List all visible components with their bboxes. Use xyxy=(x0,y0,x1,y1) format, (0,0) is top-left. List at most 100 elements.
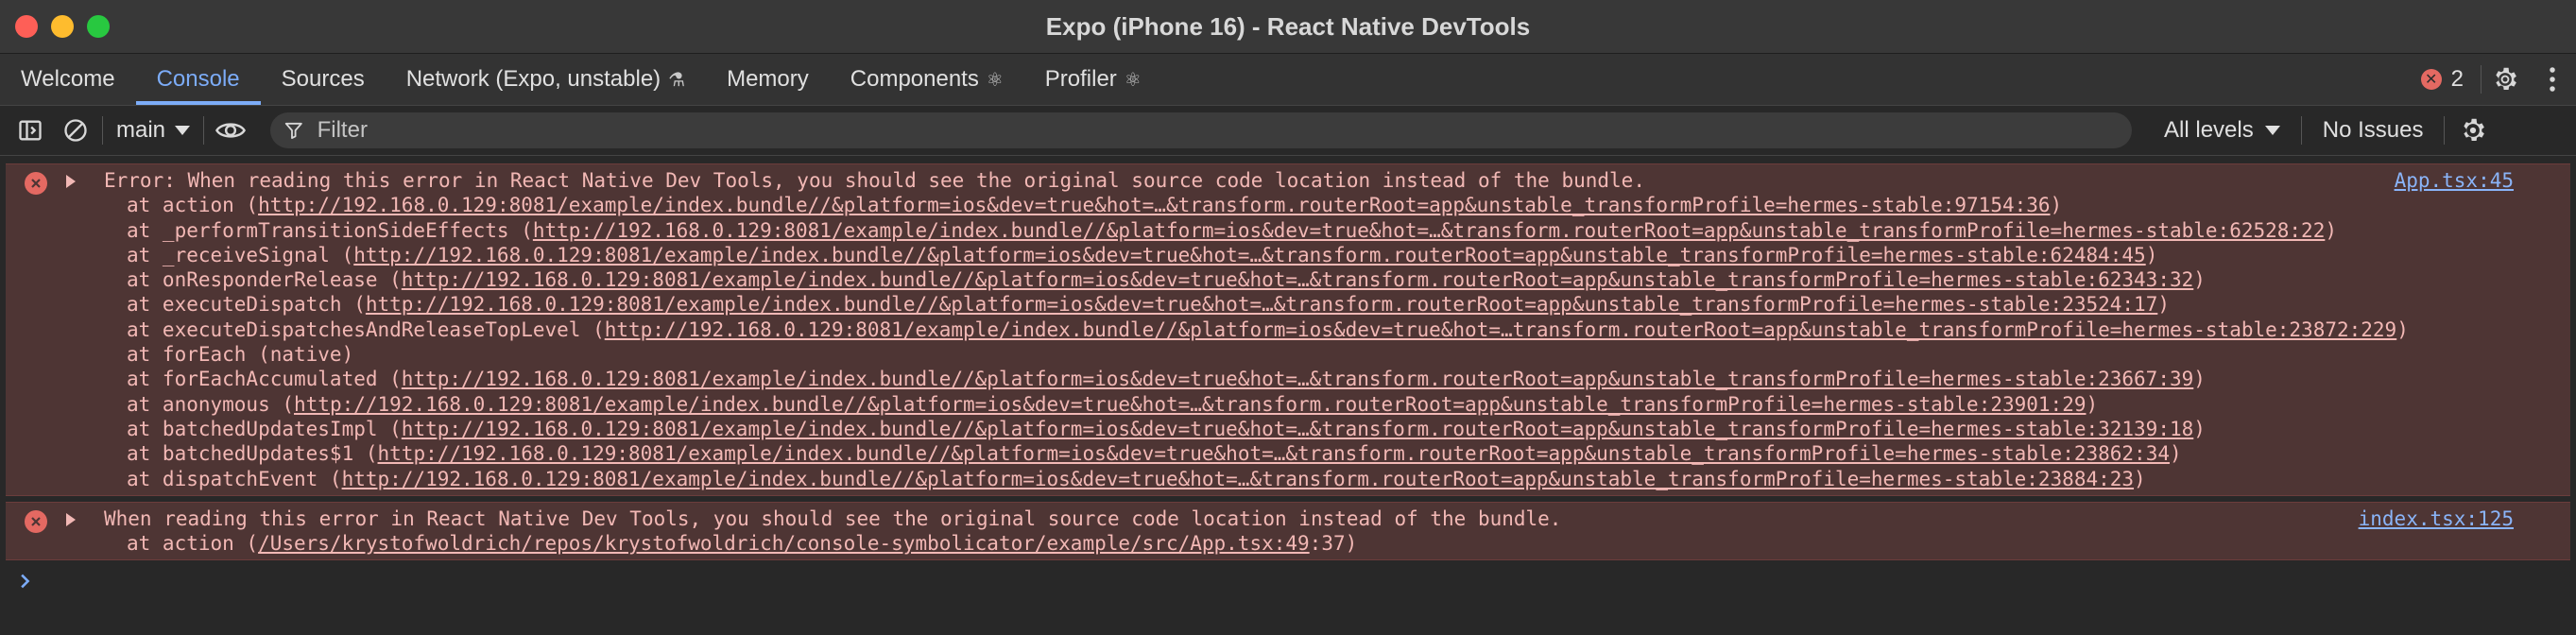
settings-button[interactable] xyxy=(2482,54,2529,105)
stack-frame-suffix: ) xyxy=(2157,293,2170,317)
tab-label: Console xyxy=(156,66,240,92)
error-icon xyxy=(25,509,47,533)
flask-icon: ⚗ xyxy=(668,69,686,91)
stack-frame-function: at batchedUpdates$1 ( xyxy=(127,442,378,466)
error-count: 2 xyxy=(2450,66,2464,92)
stack-frame-suffix: :37) xyxy=(1309,532,1358,556)
tab-label: Components xyxy=(850,66,979,92)
stack-frame-link[interactable]: http://192.168.0.129:8081/example/index.… xyxy=(294,393,2086,416)
block-icon xyxy=(64,119,87,142)
close-window-button[interactable] xyxy=(15,15,38,38)
tab-label: Sources xyxy=(281,66,365,92)
chevron-down-icon xyxy=(2264,126,2280,135)
tab-components[interactable]: Components ⚛ xyxy=(830,54,1024,105)
stack-frame-link[interactable]: http://192.168.0.129:8081/example/index.… xyxy=(353,244,2145,266)
filter-field[interactable] xyxy=(270,112,2133,148)
expand-triangle-icon[interactable] xyxy=(66,512,76,526)
stack-frame-link[interactable]: http://192.168.0.129:8081/example/index.… xyxy=(258,194,2050,216)
console-error-message[interactable]: App.tsx:45 Error: When reading this error… xyxy=(6,163,2570,496)
console-toolbar: main All levels No Issues xyxy=(0,106,2576,156)
tab-label: Memory xyxy=(727,66,809,92)
stack-frame: at anonymous (http://192.168.0.129:8081/… xyxy=(104,392,2514,417)
maximize-window-button[interactable] xyxy=(87,15,110,38)
stack-frame: at batchedUpdatesImpl (http://192.168.0.… xyxy=(104,417,2514,441)
stack-frame-link[interactable]: http://192.168.0.129:8081/example/index.… xyxy=(402,268,2193,291)
stack-frame-suffix: ) xyxy=(2050,194,2063,217)
chevron-down-icon xyxy=(175,126,191,135)
stack-frame: at forEach (native) xyxy=(104,342,2514,367)
stack-frame: at action (/Users/krystofwoldrich/repos/… xyxy=(104,531,2514,556)
stack-frame-suffix: ) xyxy=(2169,442,2182,466)
minimize-window-button[interactable] xyxy=(51,15,74,38)
error-message-text: Error: When reading this error in React … xyxy=(104,169,1645,192)
tab-label: Network (Expo, unstable) xyxy=(405,66,661,92)
stack-frame: at action (http://192.168.0.129:8081/exa… xyxy=(104,193,2514,217)
stack-frame-link[interactable]: http://192.168.0.129:8081/example/index.… xyxy=(366,293,2157,316)
stack-frame: at executeDispatchesAndReleaseTopLevel (… xyxy=(104,318,2514,342)
gear-icon xyxy=(2496,67,2516,90)
tab-network-expo-unstable[interactable]: Network (Expo, unstable) ⚗ xyxy=(386,54,706,105)
more-options-button[interactable] xyxy=(2529,54,2576,105)
console-prompt[interactable] xyxy=(19,568,2576,596)
console-output: App.tsx:45 Error: When reading this error… xyxy=(0,156,2576,596)
stack-frame-function: at _receiveSignal ( xyxy=(127,243,354,266)
stack-frame-function: at action ( xyxy=(127,532,259,556)
stack-frame-suffix: ) xyxy=(2086,392,2099,416)
stack-frame: at batchedUpdates$1 (http://192.168.0.12… xyxy=(104,441,2514,466)
kebab-menu-icon xyxy=(2550,67,2555,92)
live-expression-button[interactable] xyxy=(212,110,249,151)
stack-frame-function: at executeDispatch ( xyxy=(127,293,366,317)
context-selector[interactable]: main xyxy=(103,117,203,144)
react-icon: ⚛ xyxy=(986,69,1004,91)
toggle-sidebar-button[interactable] xyxy=(11,110,49,151)
error-counter[interactable]: ✕ 2 xyxy=(2404,66,2481,93)
stack-frame-link[interactable]: http://192.168.0.129:8081/example/index.… xyxy=(533,219,2325,242)
clear-console-button[interactable] xyxy=(57,110,94,151)
source-location-link[interactable]: index.tsx:125 xyxy=(2359,506,2514,531)
stack-frame-link[interactable]: http://192.168.0.129:8081/example/index.… xyxy=(402,418,2193,440)
tabbar-actions: ✕ 2 xyxy=(2404,54,2576,105)
stack-frame-link[interactable]: /Users/krystofwoldrich/repos/krystofwold… xyxy=(258,532,1310,555)
tab-console[interactable]: Console xyxy=(135,54,261,105)
stack-frame-suffix: ) xyxy=(2145,243,2158,266)
stack-frame: at executeDispatch (http://192.168.0.129… xyxy=(104,292,2514,317)
stack-frame-suffix: ) xyxy=(2396,318,2409,341)
stack-frame: at forEachAccumulated (http://192.168.0.… xyxy=(104,367,2514,391)
log-levels-label: All levels xyxy=(2164,117,2254,143)
stack-frame-function: at onResponderRelease ( xyxy=(127,268,402,292)
tab-profiler[interactable]: Profiler ⚛ xyxy=(1024,54,1162,105)
stack-frame-link[interactable]: http://192.168.0.129:8081/example/index.… xyxy=(605,318,2396,341)
stack-frame-function: at batchedUpdatesImpl ( xyxy=(127,417,402,440)
gear-icon xyxy=(2464,118,2485,141)
filter-icon xyxy=(284,122,302,139)
tab-welcome[interactable]: Welcome xyxy=(0,54,136,105)
stack-frame-link[interactable]: http://192.168.0.129:8081/example/index.… xyxy=(342,468,2134,490)
error-message-text: When reading this error in React Native … xyxy=(104,506,1562,530)
stack-frame-function: at forEach (native) xyxy=(127,343,354,367)
stack-frame-link[interactable]: http://192.168.0.129:8081/example/index.… xyxy=(378,442,2170,465)
stack-frame-suffix: ) xyxy=(2193,417,2206,440)
window-title: Expo (iPhone 16) - React Native DevTools xyxy=(1045,11,1531,41)
issues-button[interactable]: No Issues xyxy=(2302,117,2445,144)
stack-frame: at onResponderRelease (http://192.168.0.… xyxy=(104,267,2514,292)
stack-frame-suffix: ) xyxy=(2325,218,2337,242)
chevron-right-icon xyxy=(21,575,30,589)
log-levels-dropdown[interactable]: All levels xyxy=(2143,117,2301,144)
stack-frame: at _performTransitionSideEffects (http:/… xyxy=(104,218,2514,243)
tab-memory[interactable]: Memory xyxy=(706,54,830,105)
expand-triangle-icon[interactable] xyxy=(66,175,76,188)
stack-frame-suffix: ) xyxy=(2193,268,2206,292)
stack-frame-function: at anonymous ( xyxy=(127,392,295,416)
divider xyxy=(2444,116,2446,145)
console-error-message[interactable]: index.tsx:125 When reading this error in … xyxy=(6,501,2570,561)
source-location-link[interactable]: App.tsx:45 xyxy=(2395,168,2514,193)
stack-frame: at _receiveSignal (http://192.168.0.129:… xyxy=(104,243,2514,267)
tab-sources[interactable]: Sources xyxy=(261,54,386,105)
console-settings-button[interactable] xyxy=(2454,110,2492,151)
sidebar-icon xyxy=(19,120,42,141)
stack-frame-link[interactable]: http://192.168.0.129:8081/example/index.… xyxy=(402,368,2193,390)
stack-frame-suffix: ) xyxy=(2134,467,2146,490)
title-bar: Expo (iPhone 16) - React Native DevTools xyxy=(0,0,2576,54)
filter-input[interactable] xyxy=(315,116,2120,145)
context-label: main xyxy=(116,117,166,143)
